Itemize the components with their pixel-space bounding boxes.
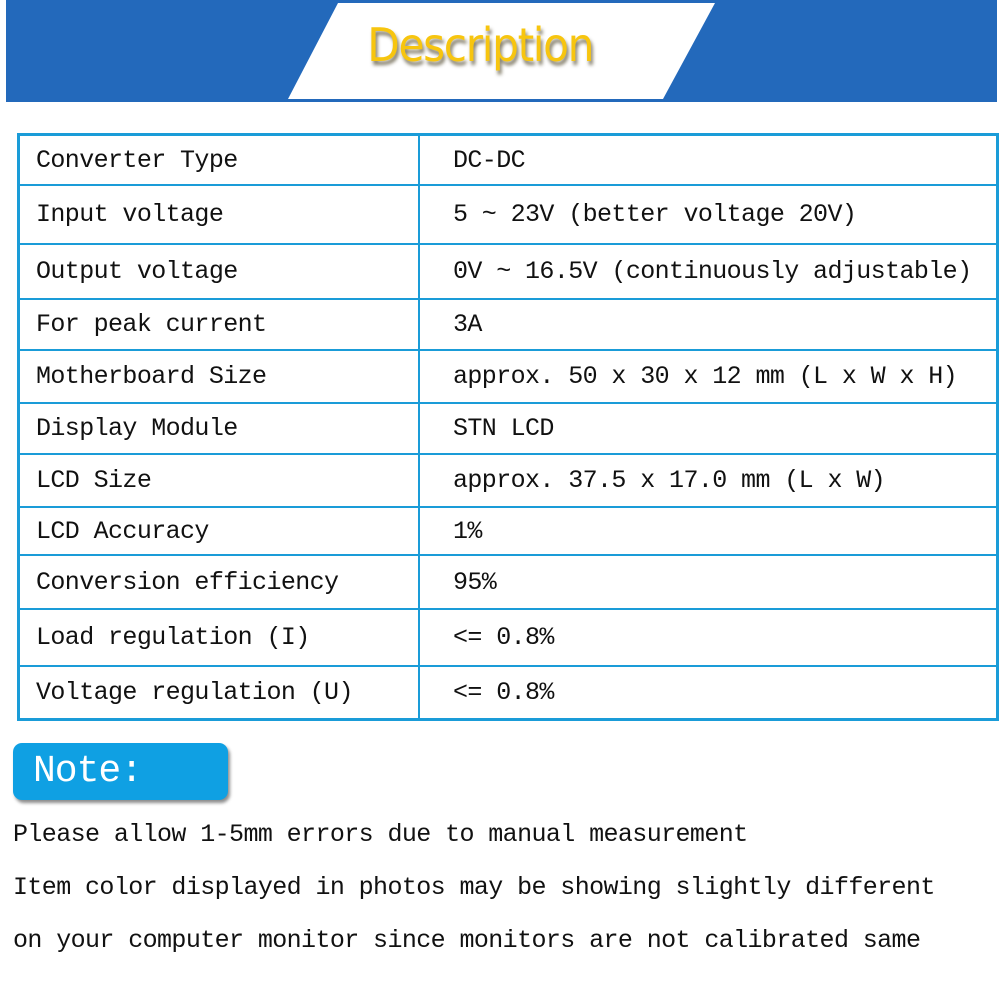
spec-label: LCD Size [20,455,420,506]
spec-label: Load regulation (I) [20,610,420,665]
note-line: on your computer monitor since monitors … [13,926,921,955]
note-line: Please allow 1-5mm errors due to manual … [13,820,748,849]
table-row: Conversion efficiency 95% [20,554,996,608]
table-row: Input voltage 5 ~ 23V (better voltage 20… [20,184,996,243]
note-text: Please allow 1-5mm errors due to manual … [13,815,935,974]
note-badge-label: Note: [33,750,143,793]
table-row: Load regulation (I) <= 0.8% [20,608,996,665]
spec-label: Display Module [20,404,420,453]
table-row: Display Module STN LCD [20,402,996,453]
table-row: Motherboard Size approx. 50 x 30 x 12 mm… [20,349,996,402]
spec-value: 95% [453,567,497,597]
spec-value: approx. 37.5 x 17.0 mm (L x W) [453,466,886,495]
spec-value: approx. 50 x 30 x 12 mm (L x W x H) [453,362,958,391]
spec-label: Converter Type [20,136,420,184]
note-line: Item color displayed in photos may be sh… [13,873,935,902]
spec-table: Converter Type DC-DC Input voltage 5 ~ 2… [17,133,999,721]
spec-value: DC-DC [453,145,526,175]
spec-value: <= 0.8% [453,623,554,652]
page-title: Description [367,18,594,72]
spec-label: For peak current [20,300,420,349]
spec-label: Input voltage [20,186,420,243]
spec-value: 1% [453,516,482,546]
table-row: For peak current 3A [20,298,996,349]
table-row: Voltage regulation (U) <= 0.8% [20,665,996,718]
spec-value: 5 ~ 23V (better voltage 20V) [453,200,857,229]
spec-label: LCD Accuracy [20,508,420,554]
spec-label: Voltage regulation (U) [20,667,420,718]
table-row: Converter Type DC-DC [20,136,996,184]
table-row: LCD Accuracy 1% [20,506,996,554]
spec-value: <= 0.8% [453,678,554,707]
header-banner: Description [6,0,997,102]
spec-label: Motherboard Size [20,351,420,402]
note-badge: Note: [13,743,228,800]
table-row: LCD Size approx. 37.5 x 17.0 mm (L x W) [20,453,996,506]
spec-value: 0V ~ 16.5V (continuously adjustable) [453,257,972,286]
spec-value: STN LCD [453,414,554,443]
spec-label: Output voltage [20,245,420,298]
spec-value: 3A [453,310,482,339]
spec-label: Conversion efficiency [20,556,420,608]
table-row: Output voltage 0V ~ 16.5V (continuously … [20,243,996,298]
